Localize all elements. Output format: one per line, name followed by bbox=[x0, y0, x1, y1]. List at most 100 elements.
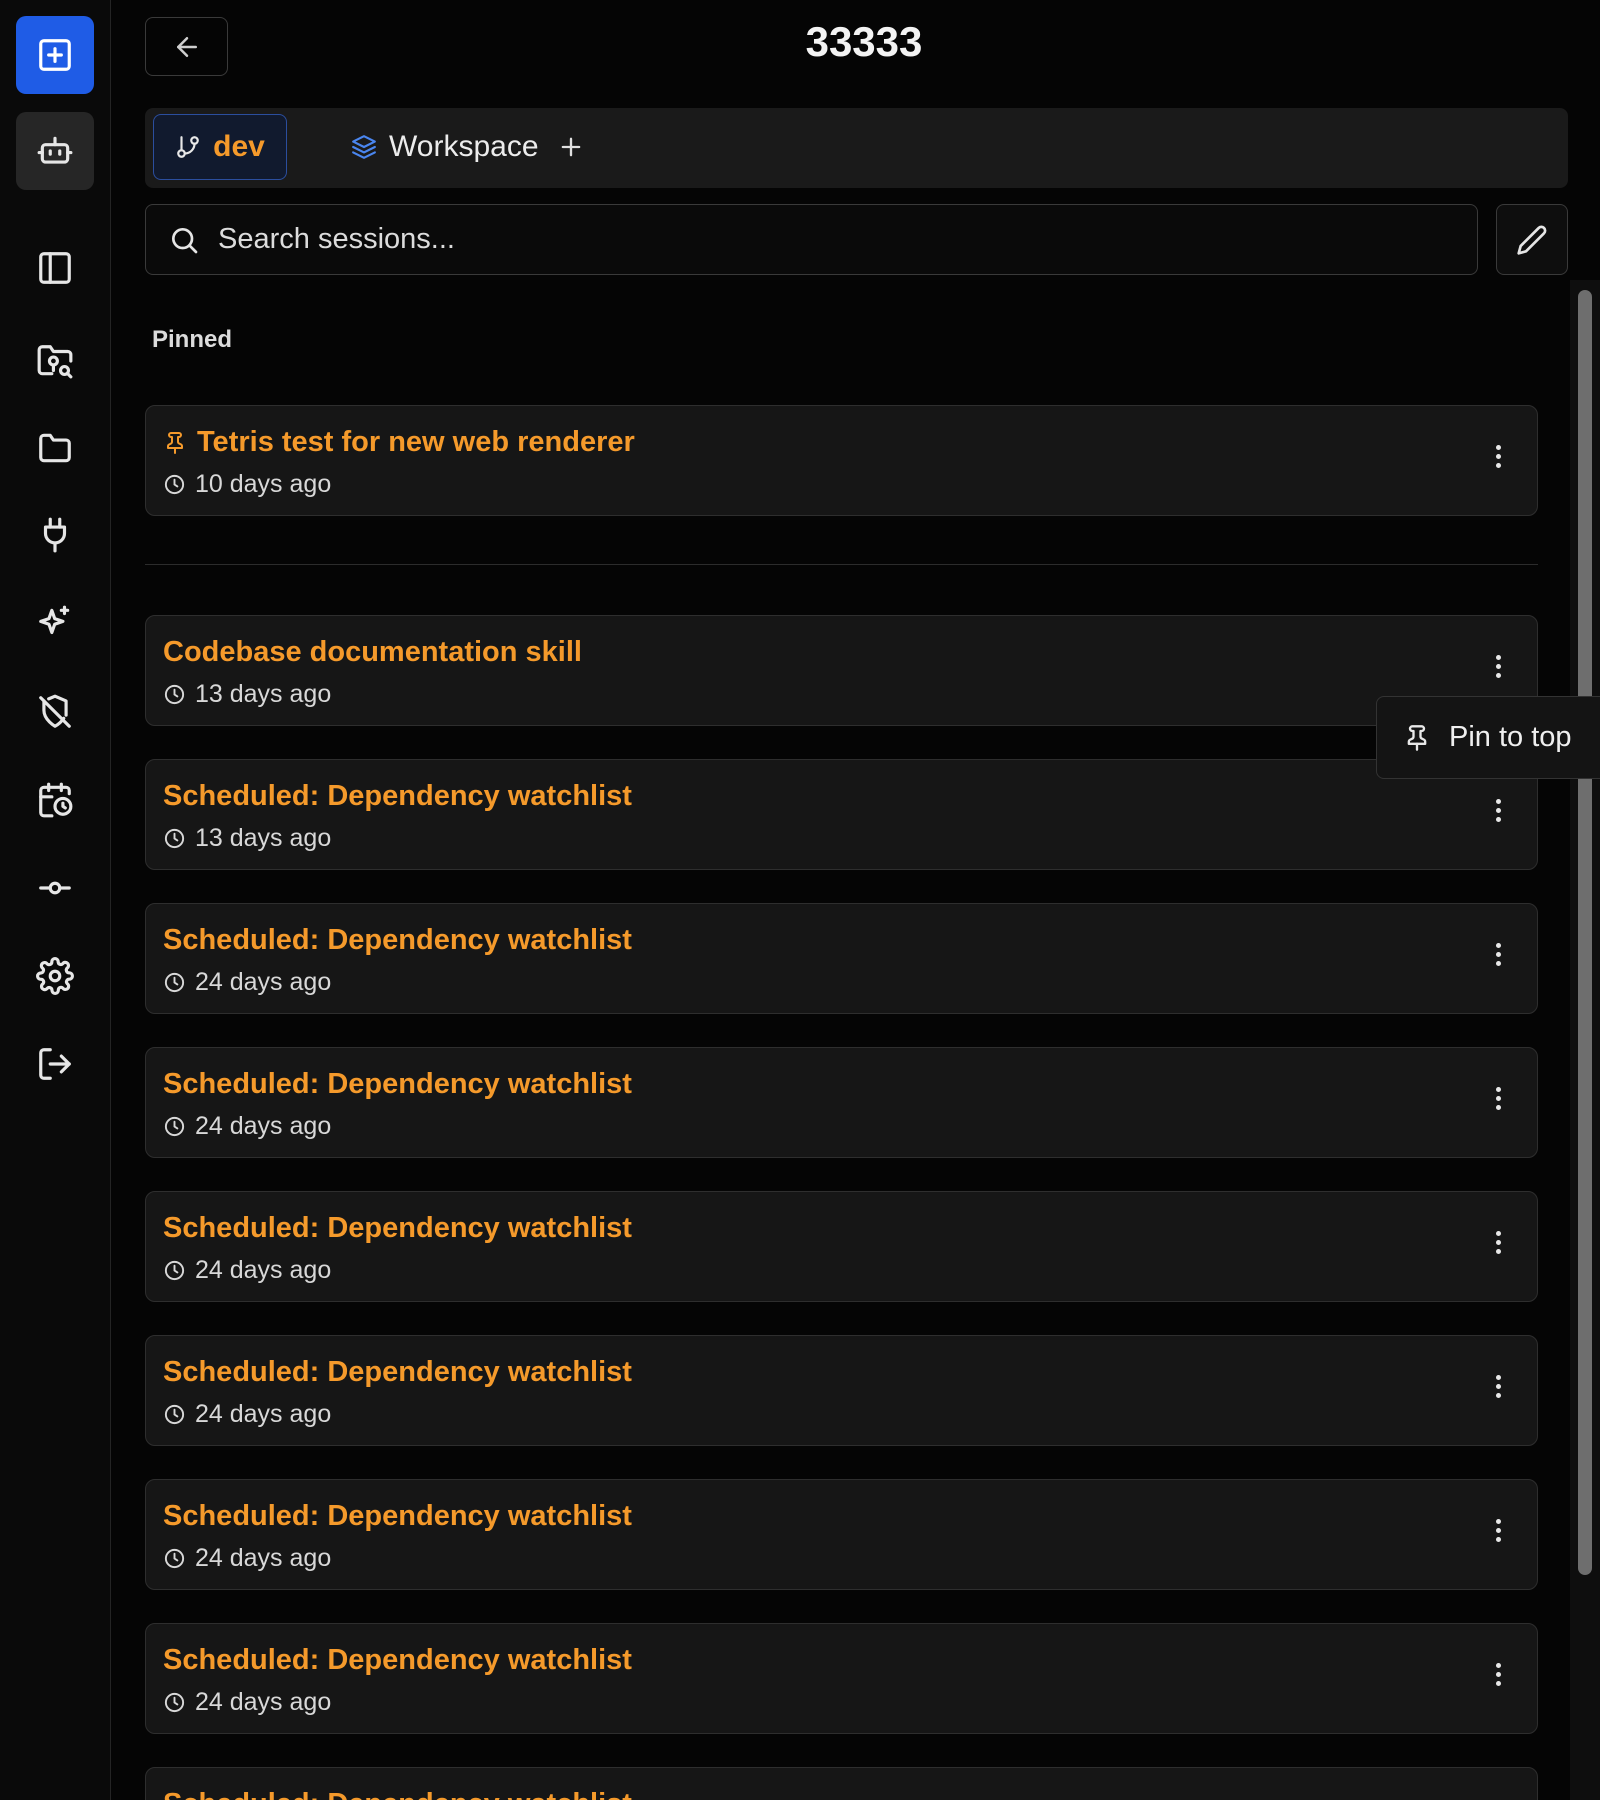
more-options-button[interactable] bbox=[1485, 934, 1511, 974]
session-title: Scheduled: Dependency watchlist bbox=[163, 1788, 632, 1800]
plugins-button[interactable] bbox=[16, 496, 94, 574]
session-time-text: 24 days ago bbox=[195, 1400, 332, 1428]
new-session-button[interactable] bbox=[16, 16, 94, 94]
session-title-text: Scheduled: Dependency watchlist bbox=[163, 1644, 632, 1676]
search-input[interactable] bbox=[218, 223, 1418, 256]
tab-branch-label: dev bbox=[213, 130, 265, 163]
folder-icon bbox=[39, 433, 71, 463]
session-title-text: Scheduled: Dependency watchlist bbox=[163, 1356, 632, 1388]
session-card[interactable]: Codebase documentation skill 13 days ago bbox=[145, 615, 1538, 726]
folder-search-icon bbox=[37, 345, 73, 379]
pencil-icon bbox=[1517, 225, 1547, 255]
tab-bar: dev Workspace bbox=[145, 108, 1568, 188]
session-time: 24 days ago bbox=[163, 1112, 331, 1141]
session-title: Tetris test for new web renderer bbox=[163, 426, 635, 459]
git-commit-icon bbox=[39, 881, 71, 895]
session-title-text: Scheduled: Dependency watchlist bbox=[163, 1788, 632, 1800]
skills-button[interactable] bbox=[16, 584, 94, 662]
clock-icon bbox=[164, 828, 185, 849]
session-title: Scheduled: Dependency watchlist bbox=[163, 780, 632, 813]
clock-icon bbox=[164, 474, 185, 495]
schedule-button[interactable] bbox=[16, 761, 94, 839]
more-options-button[interactable] bbox=[1485, 1510, 1511, 1550]
toggle-panel-button[interactable] bbox=[16, 229, 94, 307]
shield-off-icon bbox=[39, 694, 71, 728]
session-title-text: Codebase documentation skill bbox=[163, 636, 582, 668]
robot-icon bbox=[37, 136, 73, 164]
session-title-text: Scheduled: Dependency watchlist bbox=[163, 780, 632, 812]
session-time: 13 days ago bbox=[163, 680, 331, 709]
clock-icon bbox=[164, 1404, 185, 1425]
session-title-text: Scheduled: Dependency watchlist bbox=[163, 1212, 632, 1244]
sidebar bbox=[0, 0, 111, 1800]
session-time: 24 days ago bbox=[163, 1544, 331, 1573]
section-divider bbox=[145, 564, 1538, 565]
gear-icon bbox=[36, 957, 74, 995]
session-time: 13 days ago bbox=[163, 824, 331, 853]
session-time-text: 10 days ago bbox=[195, 470, 332, 498]
sparkles-icon bbox=[39, 605, 70, 635]
session-card[interactable]: Scheduled: Dependency watchlist bbox=[145, 1767, 1538, 1800]
more-options-button[interactable] bbox=[1485, 436, 1511, 476]
sidebar-panel-icon bbox=[39, 252, 71, 284]
clock-icon bbox=[164, 1116, 185, 1137]
session-card[interactable]: Scheduled: Dependency watchlist 24 days a… bbox=[145, 1047, 1538, 1158]
search-box bbox=[145, 204, 1478, 275]
session-card[interactable]: Scheduled: Dependency watchlist 24 days a… bbox=[145, 1479, 1538, 1590]
session-card[interactable]: Scheduled: Dependency watchlist 24 days a… bbox=[145, 1623, 1538, 1734]
session-card[interactable]: Scheduled: Dependency watchlist 24 days a… bbox=[145, 1335, 1538, 1446]
main-panel: 33333 dev Workspace Pinned Tetris test f… bbox=[112, 0, 1600, 1800]
clock-icon bbox=[164, 684, 185, 705]
page-title-text: 33333 bbox=[805, 18, 923, 65]
more-options-button[interactable] bbox=[1485, 1222, 1511, 1262]
session-title: Scheduled: Dependency watchlist bbox=[163, 1068, 632, 1101]
plus-icon bbox=[561, 137, 580, 157]
tab-workspace[interactable]: Workspace bbox=[351, 114, 585, 180]
files-button[interactable] bbox=[16, 409, 94, 487]
pinned-section-label: Pinned bbox=[152, 326, 233, 353]
session-card-pinned[interactable]: Tetris test for new web renderer 10 days… bbox=[145, 405, 1538, 516]
project-search-button[interactable] bbox=[16, 322, 94, 400]
more-options-button[interactable] bbox=[1485, 1366, 1511, 1406]
clock-icon bbox=[164, 1548, 185, 1569]
session-card[interactable]: Scheduled: Dependency watchlist 24 days a… bbox=[145, 1191, 1538, 1302]
session-time-text: 24 days ago bbox=[195, 968, 332, 996]
session-time-text: 24 days ago bbox=[195, 1112, 332, 1140]
session-title-text: Tetris test for new web renderer bbox=[197, 426, 635, 458]
more-options-button[interactable] bbox=[1485, 646, 1511, 686]
session-card[interactable]: Scheduled: Dependency watchlist 13 days a… bbox=[145, 759, 1538, 870]
session-title: Scheduled: Dependency watchlist bbox=[163, 1644, 632, 1677]
session-title: Scheduled: Dependency watchlist bbox=[163, 1212, 632, 1245]
pin-icon bbox=[1407, 724, 1427, 751]
new-session-edit-button[interactable] bbox=[1496, 204, 1568, 275]
clock-icon bbox=[164, 1260, 185, 1281]
settings-button[interactable] bbox=[16, 937, 94, 1015]
tab-branch-dev[interactable]: dev bbox=[153, 114, 287, 180]
session-title-text: Scheduled: Dependency watchlist bbox=[163, 1500, 632, 1532]
more-options-button[interactable] bbox=[1485, 790, 1511, 830]
more-options-button[interactable] bbox=[1485, 1654, 1511, 1694]
search-icon bbox=[172, 227, 198, 253]
session-card[interactable]: Scheduled: Dependency watchlist 24 days a… bbox=[145, 903, 1538, 1014]
session-time: 24 days ago bbox=[163, 1688, 331, 1717]
plug-icon bbox=[43, 517, 67, 553]
security-button[interactable] bbox=[16, 673, 94, 751]
session-time: 10 days ago bbox=[163, 470, 331, 499]
plus-square-icon bbox=[39, 39, 71, 71]
session-time-text: 13 days ago bbox=[195, 680, 332, 708]
commit-button[interactable] bbox=[16, 849, 94, 927]
calendar-clock-icon bbox=[39, 782, 73, 818]
session-time: 24 days ago bbox=[163, 968, 331, 997]
scrollbar-thumb[interactable] bbox=[1578, 290, 1592, 1575]
pin-to-top-menu-item[interactable]: Pin to top bbox=[1449, 721, 1572, 754]
more-options-button[interactable] bbox=[1485, 1078, 1511, 1118]
session-time-text: 24 days ago bbox=[195, 1256, 332, 1284]
agent-button[interactable] bbox=[16, 112, 94, 190]
session-title-text: Scheduled: Dependency watchlist bbox=[163, 1068, 632, 1100]
context-menu: Pin to top bbox=[1376, 696, 1600, 779]
logout-button[interactable] bbox=[16, 1025, 94, 1103]
logout-icon bbox=[39, 1048, 71, 1080]
add-tab-button[interactable] bbox=[557, 133, 585, 161]
session-title: Scheduled: Dependency watchlist bbox=[163, 924, 632, 957]
session-time-text: 13 days ago bbox=[195, 824, 332, 852]
